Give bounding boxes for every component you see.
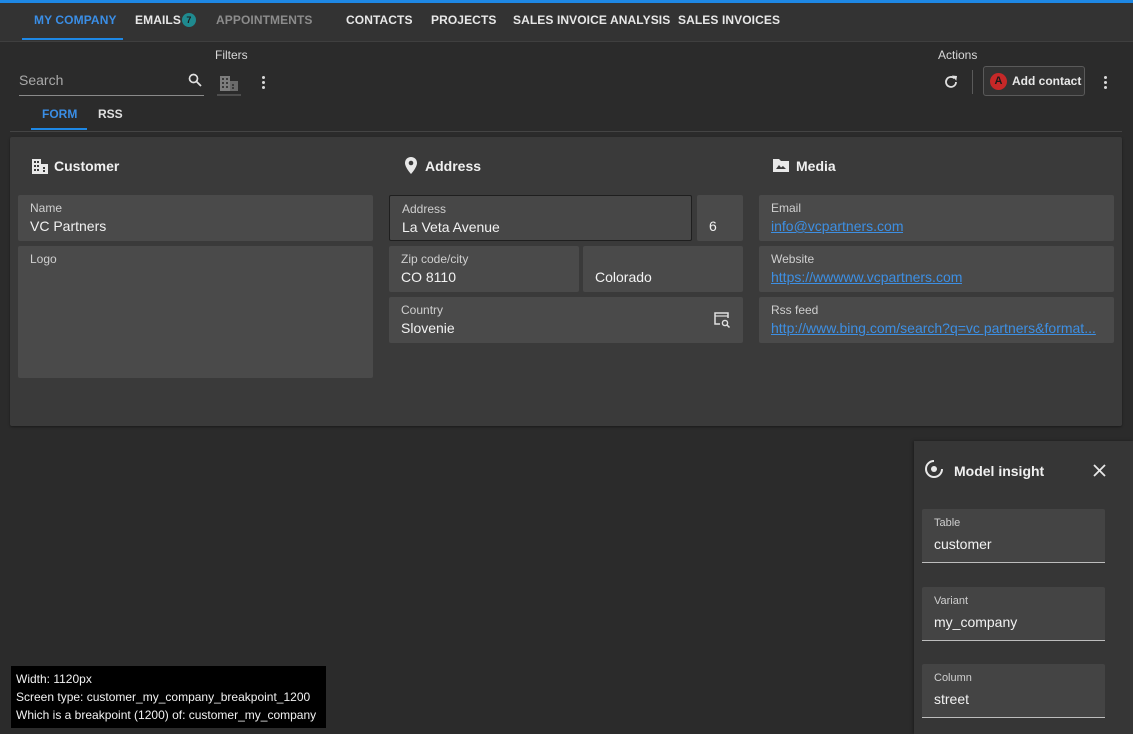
- filters-more-icon[interactable]: [262, 76, 266, 91]
- website-link[interactable]: https://wwwww.vcpartners.com: [771, 269, 962, 285]
- city-field[interactable]: Colorado: [583, 246, 743, 292]
- email-link[interactable]: info@vcpartners.com: [771, 218, 903, 234]
- tab-projects[interactable]: PROJECTS: [431, 3, 496, 40]
- column-value: street: [934, 691, 970, 707]
- subtab-divider: [10, 131, 1122, 132]
- variant-label: Variant: [934, 595, 969, 607]
- rss-feed-field[interactable]: Rss feed http://www.bing.com/search?q=vc…: [759, 297, 1114, 343]
- location-pin-icon: [405, 157, 417, 174]
- tab-label: APPOINTMENTS: [216, 13, 313, 27]
- avatar: A: [990, 73, 1007, 90]
- logo-field[interactable]: Logo: [18, 246, 373, 378]
- name-field[interactable]: Name VC Partners: [18, 195, 373, 241]
- country-field[interactable]: Country Slovenie: [389, 297, 743, 343]
- address-value: La Veta Avenue: [402, 219, 500, 235]
- media-folder-icon: [773, 159, 789, 172]
- breakpoint-debug-overlay: Width: 1120px Screen type: customer_my_c…: [11, 666, 326, 728]
- country-label: Country: [401, 303, 444, 317]
- email-label: Email: [771, 201, 802, 215]
- table-value: customer: [934, 536, 992, 552]
- rss-feed-link[interactable]: http://www.bing.com/search?q=vc partners…: [771, 320, 1103, 336]
- website-field[interactable]: Website https://wwwww.vcpartners.com: [759, 246, 1114, 292]
- rss-feed-label: Rss feed: [771, 303, 819, 317]
- filters-label: Filters: [215, 48, 248, 62]
- zip-label: Zip code/city: [401, 252, 469, 266]
- logo-label: Logo: [30, 252, 57, 266]
- name-label: Name: [30, 201, 63, 215]
- company-filter-icon[interactable]: [217, 72, 241, 96]
- insight-variant-field[interactable]: Variant my_company: [922, 587, 1105, 641]
- customer-section-title: Customer: [54, 158, 120, 174]
- name-value: VC Partners: [30, 218, 107, 234]
- city-value: Colorado: [595, 269, 652, 285]
- table-label: Table: [934, 517, 961, 529]
- tab-label: MY COMPANY: [34, 13, 117, 27]
- house-number-value: 6: [709, 218, 717, 234]
- debug-breakpoint-text: Which is a breakpoint (1200) of: custome…: [16, 708, 317, 722]
- tab-appointments[interactable]: APPOINTMENTS: [216, 3, 313, 40]
- building-icon: [32, 159, 48, 174]
- address-field[interactable]: Address La Veta Avenue: [389, 195, 692, 241]
- model-insight-panel: Model insight Table customer Variant my_…: [914, 441, 1133, 734]
- app-tab-bar: MY COMPANY EMAILS 7 APPOINTMENTS CONTACTS…: [0, 3, 1133, 42]
- website-label: Website: [771, 252, 815, 266]
- subtab-rss[interactable]: RSS: [98, 107, 123, 121]
- zip-value: CO 8110: [401, 269, 456, 285]
- subtab-form[interactable]: FORM: [42, 107, 77, 121]
- active-tab-indicator: [22, 38, 123, 40]
- email-field[interactable]: Email info@vcpartners.com: [759, 195, 1114, 241]
- tab-label: CONTACTS: [346, 13, 413, 27]
- tab-label: SALES INVOICES: [678, 13, 781, 27]
- add-contact-button[interactable]: A Add contact: [983, 66, 1085, 96]
- active-subtab-indicator: [31, 128, 87, 130]
- insight-table-field[interactable]: Table customer: [922, 509, 1105, 563]
- address-section-title: Address: [425, 158, 482, 174]
- address-label: Address: [402, 202, 447, 216]
- tab-label: EMAILS: [135, 13, 181, 27]
- model-insight-icon: [925, 459, 944, 478]
- zip-code-field[interactable]: Zip code/city CO 8110: [389, 246, 579, 292]
- tab-emails[interactable]: EMAILS 7: [135, 3, 196, 40]
- insight-column-field[interactable]: Column street: [922, 664, 1105, 718]
- media-section-title: Media: [796, 158, 836, 174]
- model-insight-title: Model insight: [954, 463, 1045, 479]
- tab-label: PROJECTS: [431, 13, 497, 27]
- tab-sales-invoices[interactable]: SALES INVOICES: [678, 3, 780, 40]
- add-contact-label: Add contact: [1012, 74, 1082, 88]
- column-label: Column: [934, 672, 972, 684]
- actions-more-icon[interactable]: [1104, 76, 1108, 91]
- toolbar-divider: [972, 70, 973, 94]
- tab-contacts[interactable]: CONTACTS: [346, 3, 413, 40]
- tab-sales-invoice-analysis[interactable]: SALES INVOICE ANALYSIS: [513, 3, 670, 40]
- emails-count-badge: 7: [181, 13, 196, 27]
- search-input[interactable]: [19, 70, 179, 90]
- country-value: Slovenie: [401, 320, 455, 336]
- tab-my-company[interactable]: MY COMPANY: [34, 3, 117, 40]
- refresh-icon[interactable]: [943, 74, 959, 90]
- debug-screen-type-text: Screen type: customer_my_company_breakpo…: [16, 690, 311, 704]
- form-panel: Customer Name VC Partners Logo Address A…: [10, 137, 1122, 426]
- actions-label: Actions: [938, 48, 978, 62]
- lookup-icon[interactable]: [713, 311, 731, 329]
- close-icon[interactable]: [1093, 464, 1106, 477]
- debug-width-text: Width: 1120px: [16, 672, 92, 686]
- search-field: [19, 64, 204, 96]
- house-number-field[interactable]: 6: [697, 195, 743, 241]
- search-icon[interactable]: [188, 73, 202, 87]
- tab-label: SALES INVOICE ANALYSIS: [513, 13, 671, 27]
- variant-value: my_company: [934, 614, 1018, 630]
